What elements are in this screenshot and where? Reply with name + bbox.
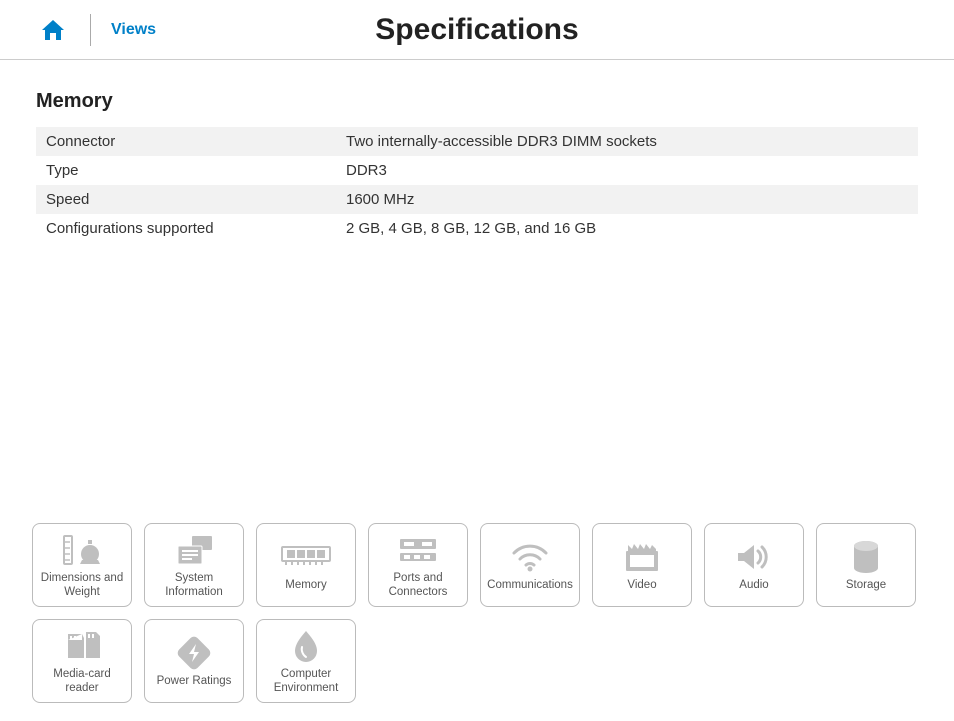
nav-card-ports[interactable]: Ports and Connectors <box>368 523 468 607</box>
spec-value: DDR3 <box>336 156 918 185</box>
nav-card-label: Dimensions and Weight <box>37 572 127 600</box>
spec-label: Speed <box>36 185 336 214</box>
lightning-icon <box>177 633 211 673</box>
nav-card-sysinfo[interactable]: System Information <box>144 523 244 607</box>
spec-row: Configurations supported2 GB, 4 GB, 8 GB… <box>36 214 918 243</box>
nav-card-video[interactable]: Video <box>592 523 692 607</box>
nav-card-label: System Information <box>149 572 239 600</box>
ports-icon <box>396 530 440 570</box>
nav-card-mediacard[interactable]: Media-card reader <box>32 619 132 703</box>
spec-row: TypeDDR3 <box>36 156 918 185</box>
page-title: Specifications <box>375 13 578 47</box>
nav-card-label: Media-card reader <box>37 668 127 696</box>
nav-card-label: Audio <box>739 579 768 593</box>
spec-label: Configurations supported <box>36 214 336 243</box>
spec-value: 2 GB, 4 GB, 8 GB, 12 GB, and 16 GB <box>336 214 918 243</box>
leaf-icon <box>293 626 319 666</box>
speaker-icon <box>734 537 774 577</box>
sd-card-icon <box>62 626 102 666</box>
memory-module-icon <box>280 537 332 577</box>
nav-card-label: Power Ratings <box>157 675 232 689</box>
nav-card-storage[interactable]: Storage <box>816 523 916 607</box>
database-icon <box>852 537 880 577</box>
spec-row: Speed1600 MHz <box>36 185 918 214</box>
nav-card-label: Communications <box>487 579 573 593</box>
nav-card-dimensions[interactable]: Dimensions and Weight <box>32 523 132 607</box>
spec-value: 1600 MHz <box>336 185 918 214</box>
content-area: Memory ConnectorTwo internally-accessibl… <box>0 60 954 243</box>
nav-card-label: Storage <box>846 579 886 593</box>
nav-card-label: Video <box>627 579 656 593</box>
nav-card-comms[interactable]: Communications <box>480 523 580 607</box>
header-divider <box>90 14 91 46</box>
wifi-icon <box>510 537 550 577</box>
views-link[interactable]: Views <box>111 21 156 39</box>
home-icon[interactable] <box>40 18 66 42</box>
nav-card-label: Computer Environment <box>261 668 351 696</box>
spec-label: Type <box>36 156 336 185</box>
ruler-weight-icon <box>58 530 106 570</box>
nav-card-env[interactable]: Computer Environment <box>256 619 356 703</box>
nav-card-memory[interactable]: Memory <box>256 523 356 607</box>
nav-card-label: Ports and Connectors <box>373 572 463 600</box>
bottom-nav: Dimensions and Weight System Information M… <box>32 523 922 703</box>
nav-card-audio[interactable]: Audio <box>704 523 804 607</box>
section-title: Memory <box>36 90 918 113</box>
nav-card-label: Memory <box>285 579 327 593</box>
system-info-icon <box>172 530 216 570</box>
header-bar: Views Specifications <box>0 0 954 60</box>
clapperboard-icon <box>622 537 662 577</box>
spec-label: Connector <box>36 127 336 156</box>
spec-value: Two internally-accessible DDR3 DIMM sock… <box>336 127 918 156</box>
spec-row: ConnectorTwo internally-accessible DDR3 … <box>36 127 918 156</box>
nav-card-power[interactable]: Power Ratings <box>144 619 244 703</box>
spec-table: ConnectorTwo internally-accessible DDR3 … <box>36 127 918 243</box>
